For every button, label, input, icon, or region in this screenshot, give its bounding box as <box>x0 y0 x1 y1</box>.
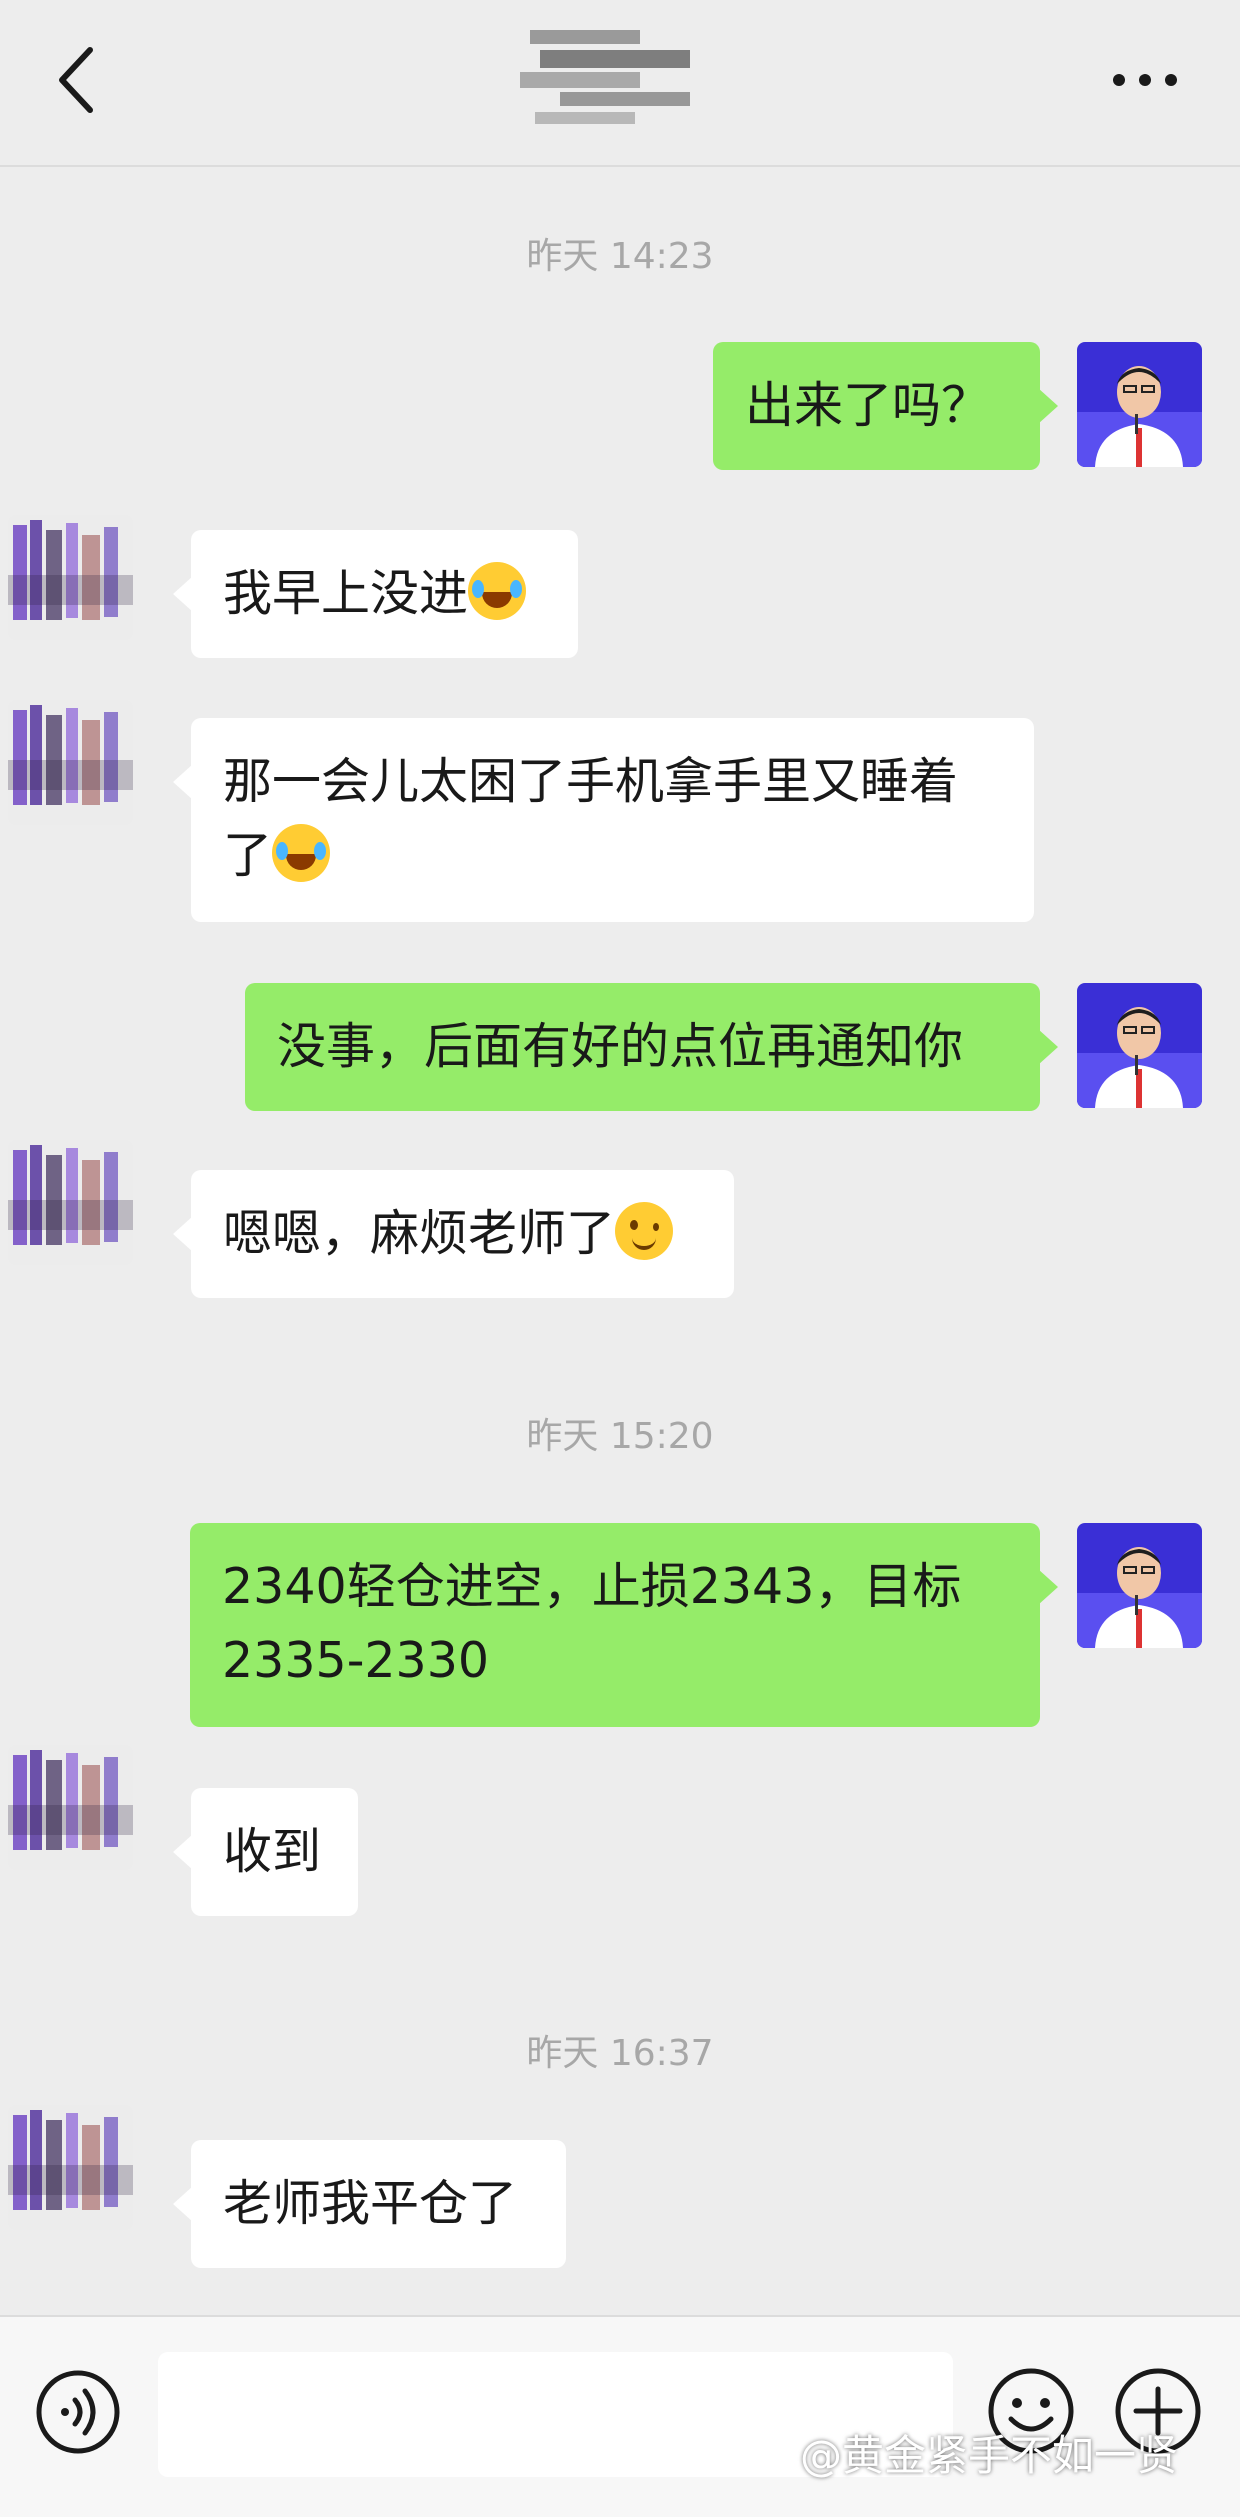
message-bubble[interactable]: 嗯嗯，麻烦老师了 <box>173 1170 734 1298</box>
message-text: 那一会儿太困了手机拿手里又睡着了 <box>223 753 959 884</box>
message-bubble[interactable]: 收到 <box>173 1788 358 1916</box>
message-text: 出来了吗？ <box>745 377 991 434</box>
avatar[interactable] <box>1077 1523 1202 1648</box>
teacher-avatar-image <box>1077 1523 1202 1648</box>
message-text: 收到 <box>223 1823 322 1880</box>
timestamp: 昨天 15:20 <box>526 1416 714 1457</box>
message-text: 没事，后面有好的点位再通知你 <box>277 1018 964 1075</box>
message-text: 我早上没进 <box>223 565 469 622</box>
more-dots-icon[interactable] <box>1105 55 1185 105</box>
winking-face-emoji-icon <box>615 1202 674 1260</box>
chevron-left-icon[interactable] <box>40 40 110 120</box>
avatar[interactable] <box>1077 983 1202 1108</box>
avatar[interactable] <box>8 1745 133 1870</box>
message-bubble[interactable]: 出来了吗？ <box>713 342 1058 470</box>
message-bubble[interactable]: 2340轻仓进空，止损2343，目标2335-2330 <box>190 1523 1058 1727</box>
message-bubble[interactable]: 我早上没进 <box>173 530 578 658</box>
watermark: @黄金紧手不如一贤 <box>800 2431 1179 2480</box>
timestamp: 昨天 16:37 <box>526 2033 714 2074</box>
contact-avatar-blurred <box>8 1745 133 1870</box>
contact-name-blurred <box>520 30 690 124</box>
avatar[interactable] <box>1077 342 1202 467</box>
message-text: 2340轻仓进空，止损2343，目标2335-2330 <box>222 1558 962 1689</box>
message-bubble[interactable]: 那一会儿太困了手机拿手里又睡着了 <box>173 718 1034 922</box>
message-bubble[interactable]: 老师我平仓了 <box>173 2140 566 2268</box>
avatar[interactable] <box>8 515 133 640</box>
contact-avatar-blurred <box>8 2105 133 2230</box>
contact-avatar-blurred <box>8 700 133 825</box>
laughing-tears-emoji-icon <box>468 562 527 620</box>
avatar[interactable] <box>8 1140 133 1265</box>
message-text: 嗯嗯，麻烦老师了 <box>223 1205 616 1262</box>
avatar[interactable] <box>8 700 133 825</box>
teacher-avatar-image <box>1077 342 1202 467</box>
message-text: 老师我平仓了 <box>223 2175 518 2232</box>
voice-icon[interactable] <box>33 2367 123 2457</box>
contact-avatar-blurred <box>8 1140 133 1265</box>
laughing-tears-emoji-icon <box>272 824 331 882</box>
contact-avatar-blurred <box>8 515 133 640</box>
timestamp: 昨天 14:23 <box>526 236 714 277</box>
chat-header <box>0 0 1240 167</box>
input-bar <box>0 2315 1240 2517</box>
teacher-avatar-image <box>1077 983 1202 1108</box>
message-bubble[interactable]: 没事，后面有好的点位再通知你 <box>245 983 1058 1111</box>
avatar[interactable] <box>8 2105 133 2230</box>
